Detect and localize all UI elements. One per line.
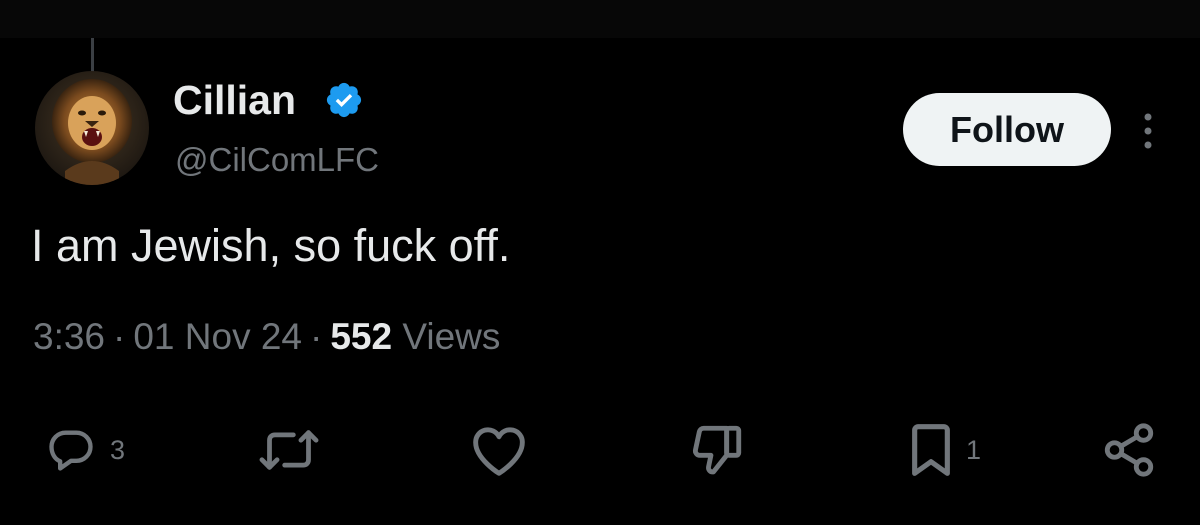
tweet-date[interactable]: 01 Nov 24 <box>133 316 302 357</box>
like-button[interactable] <box>468 420 530 480</box>
avatar[interactable] <box>35 71 149 185</box>
thumbs-down-icon <box>692 425 742 475</box>
author-display-name[interactable]: Cillian <box>173 76 296 124</box>
bookmark-count: 1 <box>966 435 982 465</box>
repost-button[interactable] <box>254 420 324 480</box>
tweet-text: I am Jewish, so fuck off. <box>31 220 511 271</box>
share-icon <box>1104 423 1154 477</box>
reply-button[interactable]: 3 <box>42 420 125 480</box>
tweet-time[interactable]: 3:36 <box>33 316 105 357</box>
thread-connector-line <box>91 38 94 72</box>
heart-icon <box>473 427 525 476</box>
dislike-button[interactable] <box>686 420 748 480</box>
author-handle[interactable]: @CilComLFC <box>175 140 379 180</box>
meta-separator: · <box>310 316 323 357</box>
reply-count: 3 <box>110 435 126 465</box>
share-button[interactable] <box>1098 420 1160 480</box>
lion-avatar-image <box>35 71 149 185</box>
verified-badge-icon <box>326 82 362 118</box>
follow-button[interactable]: Follow <box>903 93 1111 166</box>
meta-separator: · <box>113 316 126 357</box>
tweet-meta: 3:36 · 01 Nov 24 · 552 Views <box>33 315 500 359</box>
reply-icon <box>49 430 93 471</box>
more-vertical-icon[interactable] <box>1134 108 1162 154</box>
bookmark-icon <box>912 424 950 476</box>
repost-icon <box>259 430 319 470</box>
top-band <box>0 0 1200 38</box>
views-count: 552 <box>330 316 393 357</box>
bookmark-button[interactable]: 1 <box>906 420 981 480</box>
views-label: Views <box>402 316 501 357</box>
